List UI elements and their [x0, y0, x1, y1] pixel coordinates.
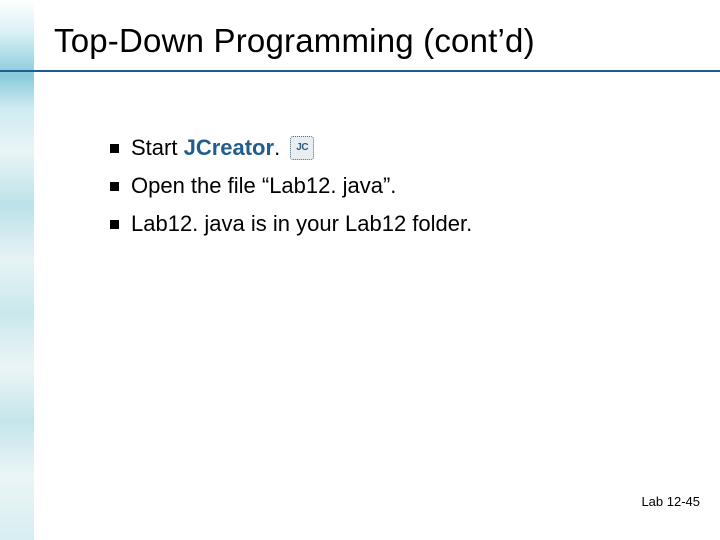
bullet-item-2: Open the file “Lab12. java”.: [110, 168, 670, 204]
slide-title: Top-Down Programming (cont’d): [54, 22, 694, 60]
jcreator-icon: JC: [290, 136, 314, 160]
bullet-1-suffix: .: [274, 135, 280, 160]
bullet-3-text: Lab12. java is in your Lab12 folder.: [131, 206, 472, 242]
slide-left-decoration: [0, 0, 34, 540]
bullet-1-prefix: Start: [131, 135, 184, 160]
footer-lab-number: 12-45: [667, 494, 700, 509]
slide-body: Start JCreator. JC Open the file “Lab12.…: [110, 130, 670, 244]
title-underline: [0, 70, 720, 72]
bullet-marker-icon: [110, 220, 119, 229]
bullet-item-1: Start JCreator. JC: [110, 130, 670, 166]
bullet-item-3: Lab12. java is in your Lab12 folder.: [110, 206, 670, 242]
bullet-1-text: Start JCreator.: [131, 130, 280, 166]
slide-footer: Lab 12-45: [627, 479, 700, 524]
bullet-marker-icon: [110, 144, 119, 153]
bullet-1-strong: JCreator: [184, 135, 274, 160]
bullet-marker-icon: [110, 182, 119, 191]
jcreator-icon-label: JC: [296, 143, 308, 153]
bullet-2-text: Open the file “Lab12. java”.: [131, 168, 396, 204]
footer-lab-label: Lab: [641, 494, 666, 509]
